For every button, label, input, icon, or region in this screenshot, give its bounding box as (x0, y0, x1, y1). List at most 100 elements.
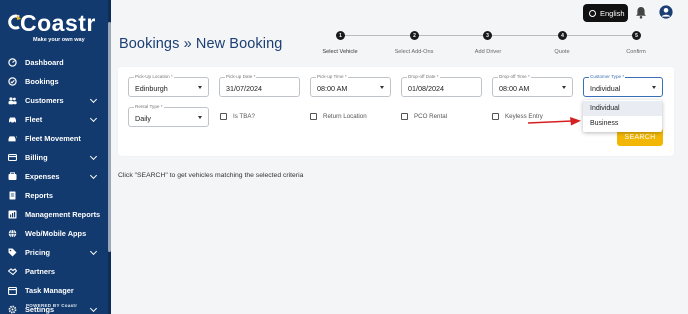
sidebar-item-label: Management Reports (25, 210, 101, 219)
sidebar-item-management-reports[interactable]: Management Reports (0, 205, 108, 224)
dropdown-caret-icon (652, 86, 656, 89)
sidebar: Coastr Make your own way Dashboard Booki… (0, 0, 111, 314)
step-4-dot[interactable]: 4 (558, 31, 567, 40)
return-location-label: Return Location (323, 113, 367, 120)
pco-rental-checkbox[interactable]: PCO Rental (401, 113, 447, 120)
sidebar-item-customers[interactable]: Customers (0, 91, 108, 110)
sidebar-item-label: Dashboard (25, 58, 64, 67)
customer-type-option-business[interactable]: Business (583, 116, 662, 131)
customer-type-value: Individual (590, 84, 621, 93)
powered-by-text: POWERED BY Coastr (26, 303, 78, 308)
language-selector[interactable]: English (583, 4, 628, 22)
annotation-arrow-icon (527, 117, 581, 126)
step-1-dot[interactable]: 1 (336, 31, 345, 40)
expenses-icon (8, 172, 17, 181)
chevron-down-icon (89, 95, 98, 104)
step-4-label: Quote (554, 49, 570, 55)
dropdown-caret-icon (380, 86, 384, 89)
language-label: English (600, 8, 625, 18)
checkbox-box[interactable] (220, 113, 227, 120)
sidebar-item-bookings[interactable]: Bookings (0, 72, 108, 91)
pickup-location-select[interactable]: Pick-Up Location * Edinburgh (128, 74, 209, 97)
checkbox-box[interactable] (310, 113, 317, 120)
sidebar-nav: Dashboard Bookings Customers Fleet Fleet… (0, 53, 108, 314)
dropoff-time-select[interactable]: Drop-off Time * 08:00 AM (492, 74, 573, 97)
dropoff-date-label: Drop-off Date * (407, 74, 440, 79)
sidebar-item-label: Billing (25, 153, 48, 162)
pickup-date-value: 31/07/2024 (226, 84, 262, 93)
dropoff-time-value: 08:00 AM (499, 84, 530, 93)
sidebar-item-fleet[interactable]: Fleet (0, 110, 108, 129)
sidebar-scrollbar-thumb[interactable] (108, 22, 111, 252)
sidebar-item-reports[interactable]: Reports (0, 186, 108, 205)
sidebar-item-partners[interactable]: Partners (0, 262, 108, 281)
sidebar-item-label: Pricing (25, 248, 51, 257)
sidebar-item-label: Expenses (25, 172, 60, 181)
billing-icon (7, 153, 18, 162)
is-tba-checkbox[interactable]: Is TBA? (220, 113, 255, 120)
car-icon (8, 115, 17, 124)
step-2-dot[interactable]: 2 (410, 31, 419, 40)
search-hint-text: Click "SEARCH" to get vehicles matching … (118, 172, 304, 179)
pco-rental-label: PCO Rental (414, 113, 448, 120)
chevron-down-icon (89, 114, 98, 123)
tag-icon (8, 248, 17, 257)
fleet-movement-icon (8, 134, 17, 143)
pickup-time-select[interactable]: Pick-up Time * 08:00 AM (310, 74, 391, 97)
customers-icon (8, 96, 17, 105)
calendar-icon (8, 286, 17, 296)
pickup-date-label: Pick-up Date * (225, 74, 257, 79)
brand-name: Coastr (20, 10, 96, 36)
sidebar-item-pricing[interactable]: Pricing (0, 243, 108, 262)
customer-type-option-individual[interactable]: Individual (583, 101, 662, 116)
step-5-dot[interactable]: 5 (632, 31, 641, 40)
dropdown-caret-icon (198, 116, 202, 119)
handshake-icon (7, 267, 18, 276)
dashboard-icon (8, 58, 17, 67)
management-reports-icon (8, 210, 17, 219)
return-location-checkbox[interactable]: Return Location (310, 113, 367, 120)
chevron-down-icon (89, 247, 98, 256)
sidebar-item-label: Reports (25, 191, 53, 200)
pickup-time-value: 08:00 AM (317, 84, 348, 93)
dropoff-date-field[interactable]: Drop-off Date * 01/08/2024 (401, 74, 482, 97)
sidebar-item-label: Fleet (25, 115, 43, 124)
sidebar-item-label: Fleet Movement (25, 134, 81, 143)
sidebar-item-label: Bookings (25, 77, 59, 86)
sidebar-item-label: Task Manager (25, 286, 74, 295)
sidebar-item-web-mobile-apps[interactable]: Web/Mobile Apps (0, 224, 108, 243)
gear-icon (8, 305, 17, 314)
pickup-location-label: Pick-Up Location * (134, 74, 174, 79)
brand-tagline: Make your own way (33, 37, 85, 43)
checkbox-box[interactable] (492, 113, 499, 120)
sidebar-item-task-manager[interactable]: Task Manager (0, 281, 108, 300)
sidebar-item-billing[interactable]: Billing (0, 148, 108, 167)
step-3-label: Add Driver (474, 49, 502, 55)
language-icon (589, 9, 596, 17)
sidebar-item-label: Customers (25, 96, 64, 105)
bookings-icon (8, 77, 17, 86)
dropoff-time-label: Drop-off Time * (498, 74, 531, 79)
sidebar-item-expenses[interactable]: Expenses (0, 167, 108, 186)
sidebar-item-label: Web/Mobile Apps (25, 229, 87, 238)
dropoff-date-value: 01/08/2024 (408, 84, 444, 93)
pickup-date-field[interactable]: Pick-up Date * 31/07/2024 (219, 74, 300, 97)
bell-icon[interactable] (635, 6, 647, 19)
chevron-down-icon (89, 152, 98, 161)
is-tba-label: Is TBA? (233, 113, 255, 120)
rental-type-value: Daily (135, 114, 151, 123)
page-title: Bookings » New Booking (119, 36, 283, 52)
dropdown-caret-icon (562, 86, 566, 89)
user-avatar-icon[interactable] (659, 5, 673, 19)
checkbox-box[interactable] (401, 113, 408, 120)
step-3-dot[interactable]: 3 (483, 31, 492, 40)
rental-type-select[interactable]: Rental Type * Daily (128, 104, 209, 127)
customer-type-select[interactable]: Customer Type * Individual (583, 74, 663, 97)
customer-type-dropdown-menu: Individual Business (583, 100, 662, 132)
coastr-logo[interactable]: Coastr Make your own way (8, 10, 103, 46)
sidebar-item-dashboard[interactable]: Dashboard (0, 53, 108, 72)
reports-icon (8, 191, 17, 200)
sidebar-item-fleet-movement[interactable]: Fleet Movement (0, 129, 108, 148)
dropdown-caret-icon (198, 86, 202, 89)
step-2-label: Select Add-Ons (394, 49, 434, 55)
